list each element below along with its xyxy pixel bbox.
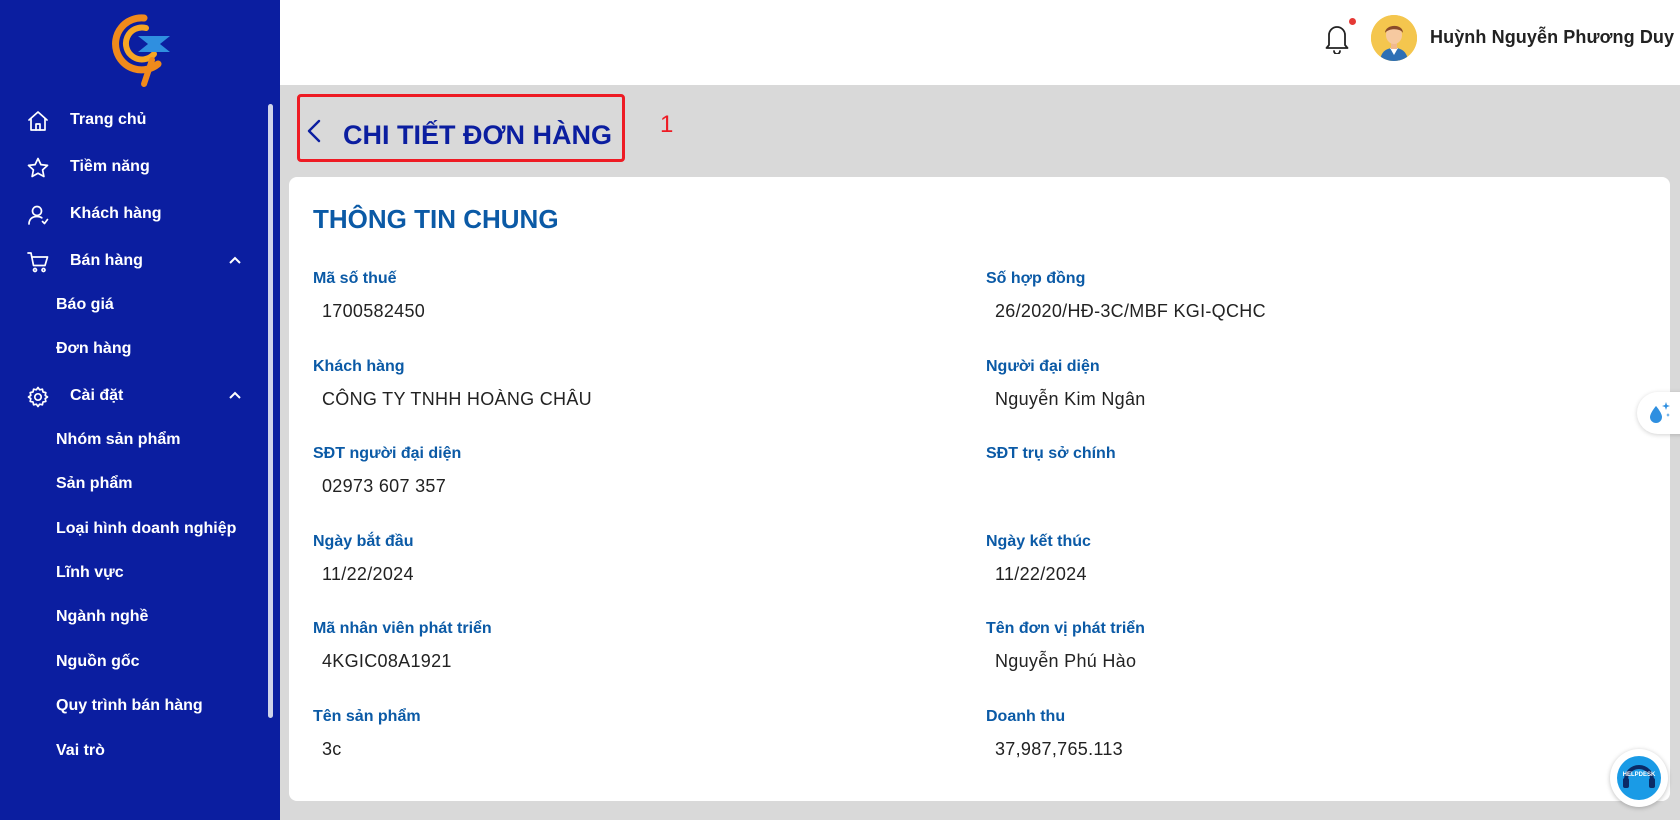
field-label-ma-nhan-vien-phat-trien: Mã nhân viên phát triển	[313, 620, 492, 637]
sidebar-item-label: Cài đặt	[70, 387, 124, 404]
helpdesk-label: HELPDESK	[1622, 772, 1656, 778]
sidebar-item-khach-hang[interactable]: Khách hàng	[0, 194, 270, 234]
bell-icon[interactable]	[1322, 20, 1352, 55]
headset-icon	[1617, 756, 1661, 800]
sidebar-item-label: Nhóm sản phẩm	[56, 431, 181, 448]
step-number: 1	[660, 111, 674, 138]
sidebar-item-bao-gia[interactable]: Báo giá	[0, 287, 270, 323]
helpdesk-button[interactable]	[1610, 749, 1668, 807]
sidebar: Trang chủ Tiềm năng Khách hàng Bán hàng …	[0, 0, 280, 820]
sidebar-item-label: Quy trình bán hàng	[56, 697, 203, 714]
field-label-ten-don-vi-phat-trien: Tên đơn vị phát triển	[986, 620, 1145, 637]
field-label-sdt-tru-so-chinh: SĐT trụ sở chính	[986, 445, 1116, 462]
detail-card	[289, 177, 1670, 801]
sidebar-item-label: Lĩnh vực	[56, 564, 124, 581]
sidebar-item-label: Đơn hàng	[56, 340, 132, 357]
section-title: THÔNG TIN CHUNG	[313, 204, 559, 234]
star-icon	[26, 156, 50, 180]
sidebar-item-label: Bán hàng	[70, 252, 143, 269]
field-label-doanh-thu: Doanh thu	[986, 708, 1066, 725]
sidebar-item-label: Khách hàng	[70, 205, 162, 222]
sidebar-item-label: Trang chủ	[70, 111, 147, 128]
chevron-left-icon	[307, 119, 321, 143]
sidebar-item-label: Loại hình doanh nghiệp	[56, 520, 237, 537]
field-value-so-hop-dong: 26/2020/HĐ-3C/MBF KGI-QCHC	[995, 301, 1266, 321]
field-value-ma-nhan-vien-phat-trien: 4KGIC08A1921	[322, 651, 452, 671]
sidebar-item-label: Tiềm năng	[70, 158, 150, 175]
sidebar-item-tiem-nang[interactable]: Tiềm năng	[0, 147, 270, 187]
sidebar-item-nguon-goc[interactable]: Nguồn gốc	[0, 644, 270, 680]
field-value-ten-san-pham: 3c	[322, 739, 342, 759]
home-icon	[26, 109, 50, 133]
chevron-up-icon[interactable]	[228, 253, 242, 267]
field-value-nguoi-dai-dien: Nguyễn Kim Ngân	[995, 389, 1146, 409]
sidebar-item-linh-vuc[interactable]: Lĩnh vực	[0, 555, 270, 591]
sidebar-item-trang-chu[interactable]: Trang chủ	[0, 100, 270, 140]
field-label-ngay-ket-thuc: Ngày kết thúc	[986, 533, 1091, 550]
sparkle-drop-icon	[1650, 402, 1670, 423]
sidebar-scrollbar[interactable]	[268, 104, 273, 718]
field-label-khach-hang: Khách hàng	[313, 358, 405, 375]
field-label-ma-so-thue: Mã số thuế	[313, 270, 397, 287]
notification-dot	[1349, 18, 1356, 25]
sidebar-item-san-pham[interactable]: Sản phẩm	[0, 466, 270, 502]
app-logo[interactable]	[108, 8, 174, 88]
back-button[interactable]	[303, 116, 327, 146]
page-title: CHI TIẾT ĐƠN HÀNG	[343, 120, 613, 150]
field-value-sdt-nguoi-dai-dien: 02973 607 357	[322, 476, 447, 496]
user-icon	[26, 203, 50, 227]
sidebar-item-label: Báo giá	[56, 296, 114, 313]
sidebar-item-label: Nguồn gốc	[56, 653, 140, 670]
field-value-ma-so-thue: 1700582450	[322, 301, 426, 321]
field-value-doanh-thu: 37,987,765.113	[995, 739, 1123, 759]
sidebar-item-don-hang[interactable]: Đơn hàng	[0, 331, 270, 367]
field-label-sdt-nguoi-dai-dien: SĐT người đại diện	[313, 445, 462, 462]
chevron-up-icon[interactable]	[228, 388, 242, 402]
sidebar-item-label: Vai trò	[56, 742, 105, 759]
sidebar-item-nhom-san-pham[interactable]: Nhóm sản phẩm	[0, 422, 270, 458]
field-value-ngay-ket-thuc: 11/22/2024	[995, 564, 1087, 584]
sidebar-item-loai-hinh-doanh-nghiep[interactable]: Loại hình doanh nghiệp	[0, 511, 270, 547]
field-label-so-hop-dong: Số hợp đồng	[986, 270, 1086, 287]
user-name[interactable]: Huỳnh Nguyễn Phương Duy	[1430, 27, 1674, 48]
sidebar-item-label: Ngành nghề	[56, 608, 149, 625]
sidebar-item-label: Sản phẩm	[56, 475, 133, 492]
sidebar-item-quy-trinh-ban-hang[interactable]: Quy trình bán hàng	[0, 688, 270, 724]
sidebar-item-cai-dat[interactable]: Cài đặt	[0, 376, 270, 416]
ai-assistant-button[interactable]	[1637, 392, 1680, 434]
sidebar-item-vai-tro[interactable]: Vai trò	[0, 733, 270, 769]
cart-icon	[26, 250, 50, 274]
field-value-ten-don-vi-phat-trien: Nguyễn Phú Hào	[995, 651, 1137, 671]
sidebar-item-nganh-nghe[interactable]: Ngành nghề	[0, 599, 270, 635]
field-label-nguoi-dai-dien: Người đại diện	[986, 358, 1100, 375]
avatar[interactable]	[1371, 15, 1417, 61]
field-value-ngay-bat-dau: 11/22/2024	[322, 564, 414, 584]
gear-icon	[26, 385, 50, 409]
field-label-ten-san-pham: Tên sản phẩm	[313, 708, 421, 725]
sidebar-item-ban-hang[interactable]: Bán hàng	[0, 241, 270, 281]
field-value-khach-hang: CÔNG TY TNHH HOÀNG CHÂU	[322, 389, 592, 409]
field-label-ngay-bat-dau: Ngày bắt đầu	[313, 533, 414, 550]
